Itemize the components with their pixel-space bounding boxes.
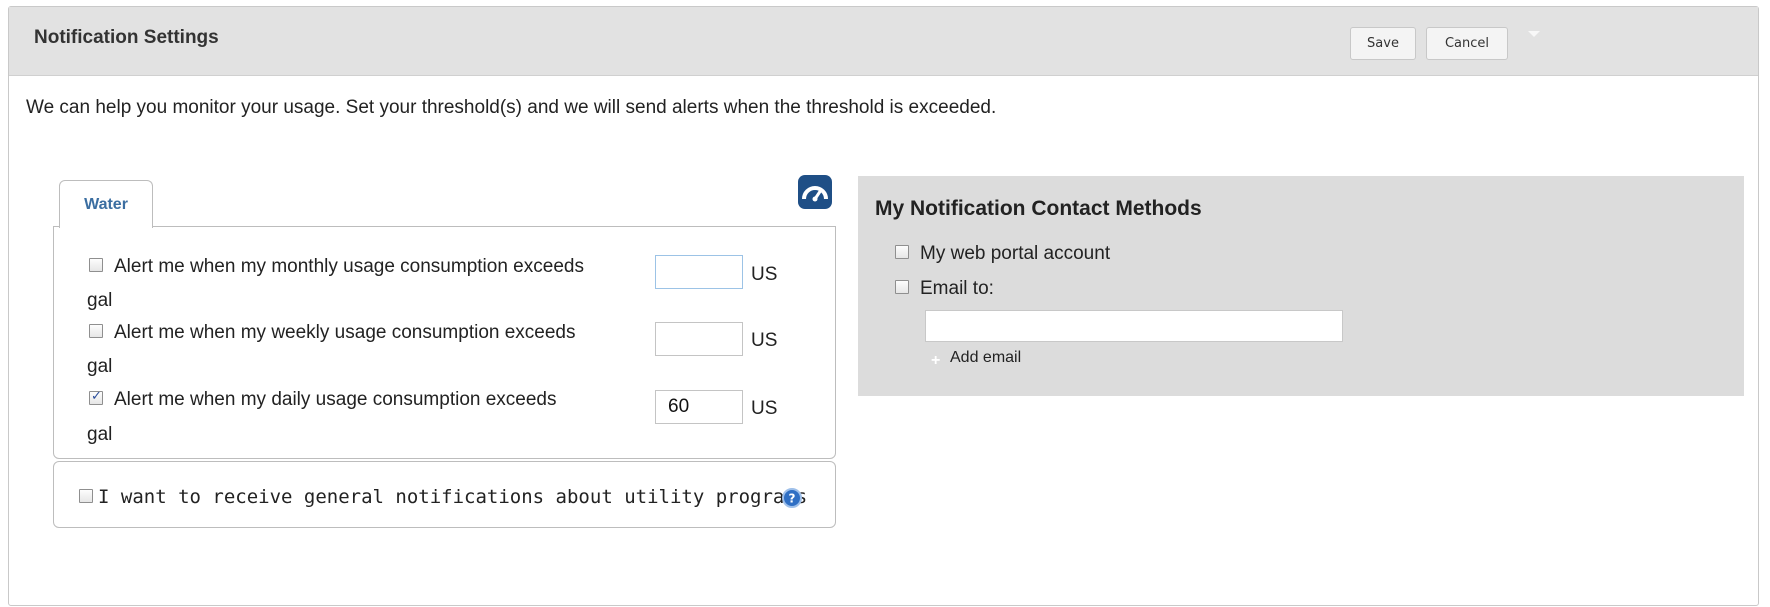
weekly-unit-us: US: [751, 330, 778, 351]
panel-title: Notification Settings: [34, 27, 219, 48]
general-notifications-checkbox[interactable]: [79, 489, 93, 503]
weekly-alert-checkbox[interactable]: [89, 324, 103, 338]
email-field[interactable]: [925, 310, 1343, 342]
daily-alert-label: Alert me when my daily usage consumption…: [114, 389, 557, 410]
daily-threshold-input[interactable]: [655, 390, 743, 424]
monthly-threshold-input[interactable]: [655, 255, 743, 289]
plus-icon: +: [931, 352, 941, 369]
monthly-alert-label: Alert me when my monthly usage consumpti…: [114, 256, 584, 277]
daily-alert-checkbox[interactable]: [89, 389, 103, 405]
chevron-down-icon[interactable]: [1528, 31, 1540, 37]
tab-water[interactable]: Water: [59, 180, 153, 228]
daily-unit-gal: gal: [87, 424, 113, 445]
monthly-unit-gal: gal: [87, 290, 113, 311]
weekly-threshold-input[interactable]: [655, 322, 743, 356]
daily-unit-us: US: [751, 398, 778, 419]
weekly-unit-gal: gal: [87, 356, 113, 377]
monthly-alert-checkbox[interactable]: [89, 258, 103, 272]
add-email-link[interactable]: Add email: [950, 349, 1021, 367]
web-portal-checkbox[interactable]: [895, 245, 909, 259]
panel-header: Notification Settings Save Cancel: [9, 7, 1758, 76]
monthly-unit-us: US: [751, 264, 778, 285]
weekly-alert-label: Alert me when my weekly usage consumptio…: [114, 322, 576, 343]
gauge-icon[interactable]: [798, 175, 832, 209]
cancel-button[interactable]: Cancel: [1426, 27, 1508, 60]
contact-methods-title: My Notification Contact Methods: [875, 197, 1202, 220]
email-checkbox[interactable]: [895, 280, 909, 294]
save-button[interactable]: Save: [1350, 27, 1416, 60]
svg-text:?: ?: [789, 492, 796, 506]
email-label: Email to:: [920, 278, 994, 299]
web-portal-label: My web portal account: [920, 243, 1111, 264]
help-icon[interactable]: ?: [782, 488, 802, 508]
general-notifications-label: I want to receive general notifications …: [98, 486, 808, 508]
intro-text: We can help you monitor your usage. Set …: [26, 97, 997, 118]
